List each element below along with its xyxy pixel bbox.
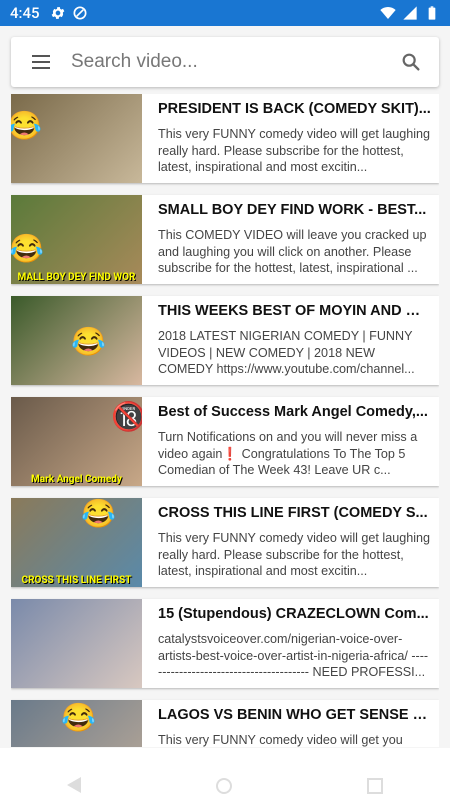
signal-icon	[403, 6, 417, 20]
system-navbar	[0, 748, 450, 800]
search-input[interactable]	[71, 51, 389, 73]
thumbnail-caption: Mark Angel Comedy	[31, 474, 122, 485]
video-thumbnail[interactable]: 😂 CROSS THIS LINE FIRST	[11, 498, 142, 587]
emoji-icon: 🔞	[111, 400, 142, 433]
search-bar	[11, 37, 439, 87]
video-list: 😂 PRESIDENT IS BACK (COMEDY SKIT)... This …	[11, 94, 439, 747]
emoji-icon: 😂	[11, 232, 44, 265]
video-list-item[interactable]: 😂 PRESIDENT IS BACK (COMEDY SKIT)... This …	[11, 94, 439, 183]
video-thumbnail[interactable]: 😂	[11, 296, 142, 385]
video-description: This very FUNNY comedy video will get la…	[158, 127, 431, 174]
video-title: 15 (Stupendous) CRAZECLOWN Com...	[158, 606, 429, 622]
status-bar: 4:45	[0, 0, 450, 26]
video-thumbnail[interactable]: 😂	[11, 94, 142, 183]
menu-icon[interactable]	[19, 37, 63, 87]
back-icon[interactable]	[67, 777, 82, 793]
battery-icon	[428, 6, 436, 20]
emoji-icon: 😂	[71, 325, 106, 358]
video-title: LAGOS VS BENIN WHO GET SENSE P...	[158, 707, 431, 723]
wifi-icon	[380, 7, 396, 19]
video-title: PRESIDENT IS BACK (COMEDY SKIT)...	[158, 101, 431, 117]
video-thumbnail[interactable]: 🔞 Mark Angel Comedy	[11, 397, 142, 486]
video-list-item[interactable]: 😂 THIS WEEKS BEST OF MOYIN AND GL... 2018 …	[11, 296, 439, 385]
video-title: SMALL BOY DEY FIND WORK - BEST...	[158, 202, 427, 218]
video-list-item[interactable]: 15 (Stupendous) CRAZECLOWN Com... catalys…	[11, 599, 439, 688]
video-title: THIS WEEKS BEST OF MOYIN AND GL...	[158, 303, 431, 319]
search-icon[interactable]	[389, 37, 433, 87]
home-icon[interactable]	[215, 778, 232, 794]
recents-icon[interactable]	[366, 778, 383, 794]
video-description: This very FUNNY comedy video will get la…	[158, 531, 431, 578]
video-title: Best of Success Mark Angel Comedy,...	[158, 404, 428, 420]
emoji-icon: 😂	[61, 701, 96, 734]
gear-icon	[51, 7, 64, 19]
video-description: This COMEDY VIDEO will leave you cracked…	[158, 228, 427, 275]
no-sync-icon	[73, 6, 87, 20]
thumbnail-caption: CROSS THIS LINE FIRST	[21, 575, 132, 586]
video-description: 2018 LATEST NIGERIAN COMEDY | FUNNY VIDE…	[158, 329, 415, 376]
emoji-icon: 😂	[11, 109, 42, 142]
video-title: CROSS THIS LINE FIRST (COMEDY S...	[158, 505, 428, 521]
video-list-item[interactable]: 🔞 Mark Angel Comedy Best of Success Mark A…	[11, 397, 439, 486]
video-thumbnail[interactable]: 😂 MALL BOY DEY FIND WOR	[11, 195, 142, 284]
video-list-item[interactable]: 😂 MALL BOY DEY FIND WOR SMALL BOY DEY FIND…	[11, 195, 439, 284]
video-description: Turn Notifications on and you will never…	[158, 430, 418, 477]
video-list-item[interactable]: 😂 CROSS THIS LINE FIRST CROSS THIS LINE FI…	[11, 498, 439, 587]
video-description: catalystsvoiceover.com/nigerian-voice-ov…	[158, 632, 429, 679]
status-time: 4:45	[10, 4, 40, 22]
video-description: This very FUNNY comedy video will get yo…	[158, 733, 403, 747]
emoji-icon: 😂	[81, 498, 116, 530]
video-thumbnail[interactable]	[11, 599, 142, 688]
thumbnail-caption: MALL BOY DEY FIND WOR	[17, 272, 136, 283]
video-list-item[interactable]: 😂 LAGOS VS BENIN WHO GET SENSE P... This v…	[11, 700, 439, 747]
video-thumbnail[interactable]: 😂	[11, 700, 142, 747]
